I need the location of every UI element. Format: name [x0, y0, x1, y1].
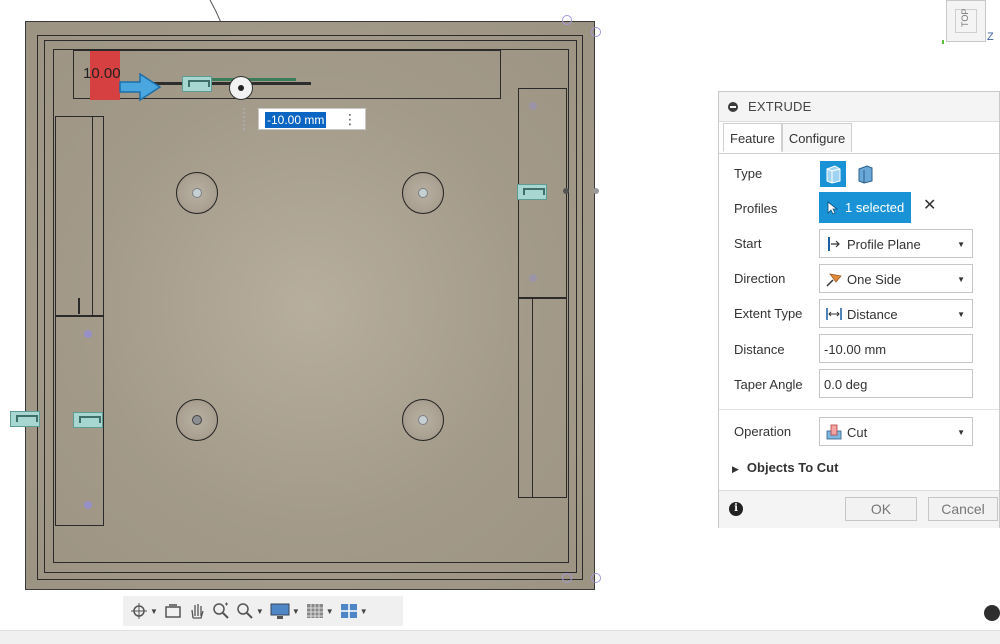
pan-icon[interactable]: [185, 599, 209, 623]
start-label: Start: [734, 236, 762, 251]
objects-to-cut-label: Objects To Cut: [746, 460, 839, 475]
solid-icon: [826, 165, 841, 184]
extent-type-value: Distance: [847, 307, 898, 322]
distance-icon: [826, 308, 842, 320]
start-select[interactable]: Profile Plane ▼: [819, 229, 973, 258]
chevron-down-icon: ▼: [957, 240, 965, 249]
sketch-point[interactable]: [563, 188, 569, 194]
objects-to-cut-toggle[interactable]: ▶ Objects To Cut: [732, 460, 838, 475]
taper-angle-value[interactable]: 0.0 deg: [824, 377, 867, 392]
sketch-point[interactable]: [562, 573, 572, 583]
distance-field[interactable]: -10.00 mm: [819, 334, 973, 363]
expand-triangle-icon: ▶: [732, 464, 739, 474]
direction-label: Direction: [734, 271, 786, 286]
edge-mark: [78, 298, 80, 314]
model-body[interactable]: [25, 21, 595, 590]
section-divider: [719, 409, 999, 410]
profiles-value: 1 selected: [845, 200, 905, 215]
profiles-label: Profiles: [734, 201, 778, 216]
direction-value: One Side: [847, 272, 902, 287]
start-value: Profile Plane: [847, 237, 921, 252]
type-label: Type: [734, 166, 763, 181]
surface-icon: [858, 165, 873, 184]
mount-post[interactable]: [176, 172, 218, 214]
dialog-footer: i OK Cancel: [719, 490, 999, 528]
orbit-icon[interactable]: ▼: [127, 599, 161, 623]
display-settings-icon[interactable]: ▼: [267, 599, 303, 623]
view-cube[interactable]: TOP: [946, 0, 986, 42]
status-bar: [0, 630, 1000, 644]
extent-type-label: Extent Type: [734, 306, 803, 321]
extrude-dialog: EXTRUDE Feature Configure Type Profiles …: [718, 91, 1000, 528]
tab-feature[interactable]: Feature: [723, 123, 782, 152]
navigation-toolbar: ▼ ▼ ▼ ▼ ▼: [123, 596, 403, 626]
axis-y-indicator: [942, 40, 944, 44]
more-options-icon[interactable]: ⋮: [343, 111, 357, 127]
sketch-point[interactable]: [591, 573, 601, 583]
drag-handle[interactable]: [243, 108, 257, 130]
cut-icon: [826, 424, 842, 440]
distance-label: Distance: [734, 342, 785, 357]
view-cube-label: TOP: [960, 8, 970, 27]
cancel-button[interactable]: Cancel: [928, 497, 998, 521]
collapse-icon[interactable]: [728, 102, 738, 112]
direction-select[interactable]: One Side ▼: [819, 264, 973, 293]
dialog-title: EXTRUDE: [748, 99, 812, 114]
cursor-icon: [827, 201, 839, 215]
sketch-point[interactable]: [84, 330, 92, 338]
dimension-label: 10.00: [83, 65, 121, 82]
distance-input[interactable]: -10.00 mm ⋮: [258, 108, 366, 130]
sketch-point[interactable]: [562, 15, 572, 25]
one-side-icon: [826, 273, 842, 287]
zoom-icon[interactable]: [209, 599, 233, 623]
right-rail-inner: [518, 298, 533, 498]
connector-clip[interactable]: [73, 412, 103, 428]
extent-type-select[interactable]: Distance ▼: [819, 299, 973, 328]
look-at-icon[interactable]: [161, 599, 185, 623]
rotate-handle[interactable]: [229, 76, 253, 100]
connector-clip[interactable]: [10, 411, 40, 427]
info-icon[interactable]: i: [729, 502, 743, 516]
sketch-point[interactable]: [84, 501, 92, 509]
mount-post[interactable]: [402, 172, 444, 214]
sketch-point[interactable]: [529, 274, 537, 282]
operation-value: Cut: [847, 425, 868, 440]
operation-label: Operation: [734, 424, 792, 439]
left-rail-inner: [92, 116, 104, 316]
operation-select[interactable]: Cut ▼: [819, 417, 973, 446]
grid-icon[interactable]: ▼: [303, 599, 337, 623]
connector-clip[interactable]: [517, 184, 547, 200]
dialog-header[interactable]: EXTRUDE: [719, 92, 999, 122]
tab-divider: [719, 153, 999, 154]
taper-angle-label: Taper Angle: [734, 377, 803, 392]
distance-input-value[interactable]: -10.00 mm: [265, 112, 327, 128]
chevron-down-icon: ▼: [957, 428, 965, 437]
feedback-icon[interactable]: [984, 605, 1000, 621]
viewports-icon[interactable]: ▼: [337, 599, 371, 623]
chevron-down-icon: ▼: [957, 310, 965, 319]
surface-type-button[interactable]: [853, 161, 879, 187]
extrude-arrow[interactable]: [118, 70, 178, 104]
solid-type-button[interactable]: [820, 161, 846, 187]
mount-post[interactable]: [402, 399, 444, 441]
sketch-point[interactable]: [591, 27, 601, 37]
tab-configure[interactable]: Configure: [781, 123, 853, 152]
distance-value[interactable]: -10.00 mm: [824, 342, 886, 357]
profile-plane-icon: [828, 237, 840, 251]
profiles-selection-button[interactable]: 1 selected: [819, 192, 911, 223]
axis-z-label: Z: [987, 31, 994, 43]
sketch-point[interactable]: [529, 102, 537, 110]
ok-button[interactable]: OK: [845, 497, 917, 521]
connector-clip[interactable]: [182, 76, 212, 92]
clear-selection-icon[interactable]: ✕: [923, 198, 936, 214]
mount-post[interactable]: [176, 399, 218, 441]
chevron-down-icon: ▼: [957, 275, 965, 284]
zoom-window-icon[interactable]: ▼: [233, 599, 267, 623]
dialog-tabs: Feature Configure: [723, 123, 853, 153]
taper-angle-field[interactable]: 0.0 deg: [819, 369, 973, 398]
sketch-point[interactable]: [593, 188, 599, 194]
